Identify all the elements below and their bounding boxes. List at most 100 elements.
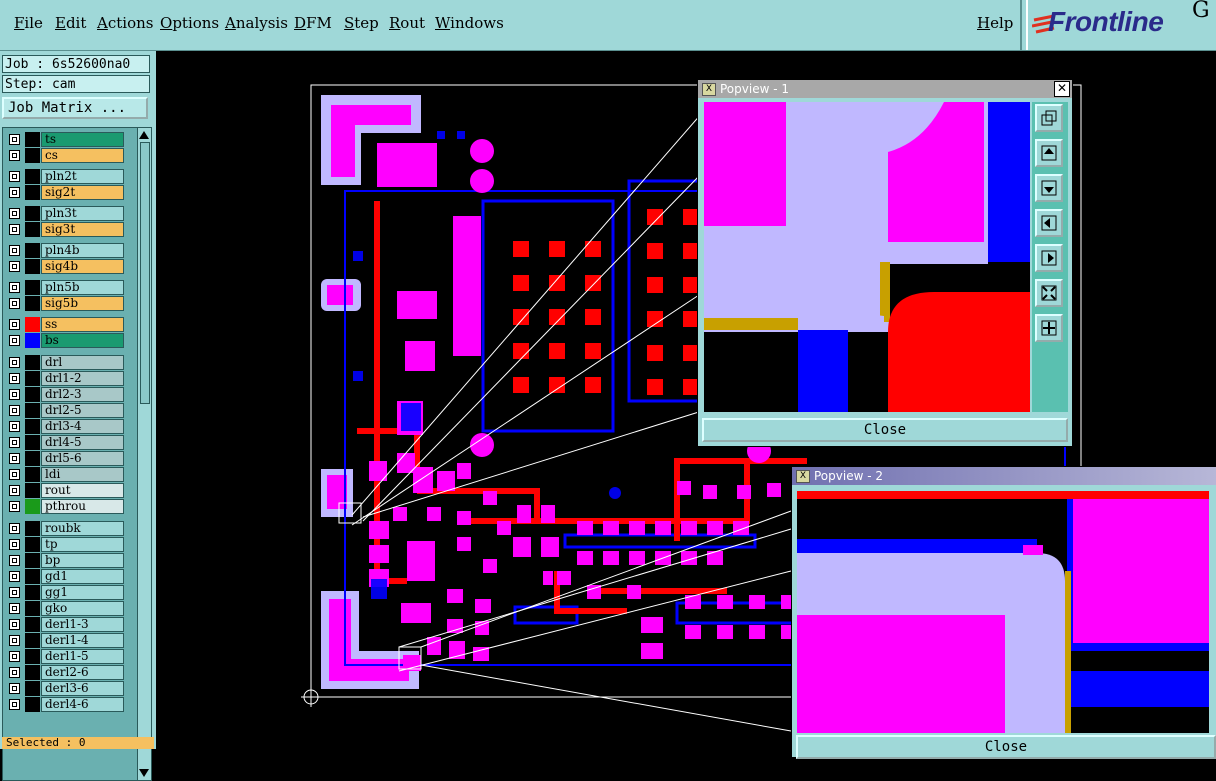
menu-edit[interactable]: Edit bbox=[55, 14, 86, 32]
layer-checkbox[interactable] bbox=[9, 619, 20, 630]
layer-row[interactable]: derl1-5 bbox=[5, 649, 125, 664]
menu-file[interactable]: File bbox=[14, 14, 43, 32]
layer-name[interactable]: drl2-3 bbox=[41, 387, 124, 402]
layer-row[interactable]: sig4b bbox=[5, 259, 125, 274]
layer-row[interactable]: derl4-6 bbox=[5, 697, 125, 712]
layer-name[interactable]: drl3-4 bbox=[41, 419, 124, 434]
layer-name[interactable]: cs bbox=[41, 148, 124, 163]
layer-row[interactable]: derl2-6 bbox=[5, 665, 125, 680]
menu-options[interactable]: Options bbox=[160, 14, 219, 32]
layer-row[interactable]: drl5-6 bbox=[5, 451, 125, 466]
layer-scrollbar[interactable] bbox=[137, 127, 152, 781]
layer-row[interactable]: bs bbox=[5, 333, 125, 348]
popview-1-titlebar[interactable]: X Popview - 1 ✕ bbox=[698, 80, 1072, 98]
layer-row[interactable]: bp bbox=[5, 553, 125, 568]
menu-dfm[interactable]: DFM bbox=[294, 14, 332, 32]
layer-checkbox[interactable] bbox=[9, 651, 20, 662]
pan-right-icon[interactable] bbox=[1035, 244, 1063, 272]
layer-name[interactable]: drl4-5 bbox=[41, 435, 124, 450]
layer-row[interactable]: roubk bbox=[5, 521, 125, 536]
layer-name[interactable]: pln5b bbox=[41, 280, 124, 295]
layer-row[interactable]: derl1-3 bbox=[5, 617, 125, 632]
layer-checkbox[interactable] bbox=[9, 373, 20, 384]
popview-1-close-button[interactable]: Close bbox=[702, 418, 1068, 442]
layer-name[interactable]: gd1 bbox=[41, 569, 124, 584]
menu-actions[interactable]: Actions bbox=[97, 14, 153, 32]
layer-row[interactable]: tp bbox=[5, 537, 125, 552]
pan-up-icon[interactable] bbox=[1035, 139, 1063, 167]
layer-row[interactable]: sig3t bbox=[5, 222, 125, 237]
layer-checkbox[interactable] bbox=[9, 150, 20, 161]
layer-row[interactable]: sig5b bbox=[5, 296, 125, 311]
layer-name[interactable]: pthrou bbox=[41, 499, 124, 514]
popview-1-zoom-view[interactable] bbox=[704, 102, 1030, 412]
layer-checkbox[interactable] bbox=[9, 319, 20, 330]
layer-name[interactable]: sig3t bbox=[41, 222, 124, 237]
popview-2-close-button[interactable]: Close bbox=[796, 735, 1216, 759]
scroll-down-icon[interactable] bbox=[139, 769, 149, 777]
layer-row[interactable]: ts bbox=[5, 132, 125, 147]
layer-name[interactable]: ldi bbox=[41, 467, 124, 482]
layer-checkbox[interactable] bbox=[9, 134, 20, 145]
layer-row[interactable]: pln4b bbox=[5, 243, 125, 258]
pan-down-icon[interactable] bbox=[1035, 174, 1063, 202]
layer-checkbox[interactable] bbox=[9, 389, 20, 400]
layer-name[interactable]: gko bbox=[41, 601, 124, 616]
layer-checkbox[interactable] bbox=[9, 683, 20, 694]
job-matrix-button[interactable]: Job Matrix ... bbox=[2, 97, 148, 119]
layer-row[interactable]: drl bbox=[5, 355, 125, 370]
layer-checkbox[interactable] bbox=[9, 357, 20, 368]
layer-name[interactable]: derl1-5 bbox=[41, 649, 124, 664]
layer-checkbox[interactable] bbox=[9, 245, 20, 256]
layer-row[interactable]: pln3t bbox=[5, 206, 125, 221]
popview-2-zoom-view[interactable] bbox=[797, 491, 1209, 733]
layer-checkbox[interactable] bbox=[9, 261, 20, 272]
layer-checkbox[interactable] bbox=[9, 539, 20, 550]
menu-rout[interactable]: Rout bbox=[389, 14, 425, 32]
layer-name[interactable]: pln4b bbox=[41, 243, 124, 258]
layer-checkbox[interactable] bbox=[9, 571, 20, 582]
layer-row[interactable]: gg1 bbox=[5, 585, 125, 600]
layer-name[interactable]: bs bbox=[41, 333, 124, 348]
layer-name[interactable]: sig4b bbox=[41, 259, 124, 274]
layer-checkbox[interactable] bbox=[9, 555, 20, 566]
layer-name[interactable]: bp bbox=[41, 553, 124, 568]
layer-name[interactable]: drl bbox=[41, 355, 124, 370]
popview-1-close-icon[interactable]: ✕ bbox=[1054, 81, 1070, 97]
menu-analysis[interactable]: Analysis bbox=[225, 14, 288, 32]
layer-checkbox[interactable] bbox=[9, 469, 20, 480]
layer-name[interactable]: ts bbox=[41, 132, 124, 147]
layer-name[interactable]: derl3-6 bbox=[41, 681, 124, 696]
layer-name[interactable]: gg1 bbox=[41, 585, 124, 600]
pan-left-icon[interactable] bbox=[1035, 209, 1063, 237]
menu-windows[interactable]: Windows bbox=[435, 14, 504, 32]
zoom-in-icon[interactable] bbox=[1035, 314, 1063, 342]
layer-checkbox[interactable] bbox=[9, 224, 20, 235]
layer-row[interactable]: gd1 bbox=[5, 569, 125, 584]
layer-checkbox[interactable] bbox=[9, 635, 20, 646]
layer-name[interactable]: derl1-3 bbox=[41, 617, 124, 632]
layer-row[interactable]: pln2t bbox=[5, 169, 125, 184]
layer-row[interactable]: gko bbox=[5, 601, 125, 616]
scroll-up-icon[interactable] bbox=[139, 131, 149, 139]
layer-checkbox[interactable] bbox=[9, 405, 20, 416]
layer-checkbox[interactable] bbox=[9, 523, 20, 534]
layer-name[interactable]: ss bbox=[41, 317, 124, 332]
layer-checkbox[interactable] bbox=[9, 282, 20, 293]
layer-checkbox[interactable] bbox=[9, 485, 20, 496]
layer-row[interactable]: derl3-6 bbox=[5, 681, 125, 696]
layer-row[interactable]: cs bbox=[5, 148, 125, 163]
layer-row[interactable]: sig2t bbox=[5, 185, 125, 200]
popview-2-titlebar[interactable]: X Popview - 2 bbox=[792, 467, 1216, 485]
layer-name[interactable]: sig5b bbox=[41, 296, 124, 311]
layer-name[interactable]: drl5-6 bbox=[41, 451, 124, 466]
layer-checkbox[interactable] bbox=[9, 603, 20, 614]
layer-name[interactable]: pln3t bbox=[41, 206, 124, 221]
layer-name[interactable]: derl2-6 bbox=[41, 665, 124, 680]
scroll-thumb[interactable] bbox=[140, 142, 150, 404]
layer-row[interactable]: drl1-2 bbox=[5, 371, 125, 386]
layer-checkbox[interactable] bbox=[9, 501, 20, 512]
layer-checkbox[interactable] bbox=[9, 298, 20, 309]
layer-name[interactable]: derl1-4 bbox=[41, 633, 124, 648]
menu-help[interactable]: Help bbox=[977, 14, 1013, 32]
